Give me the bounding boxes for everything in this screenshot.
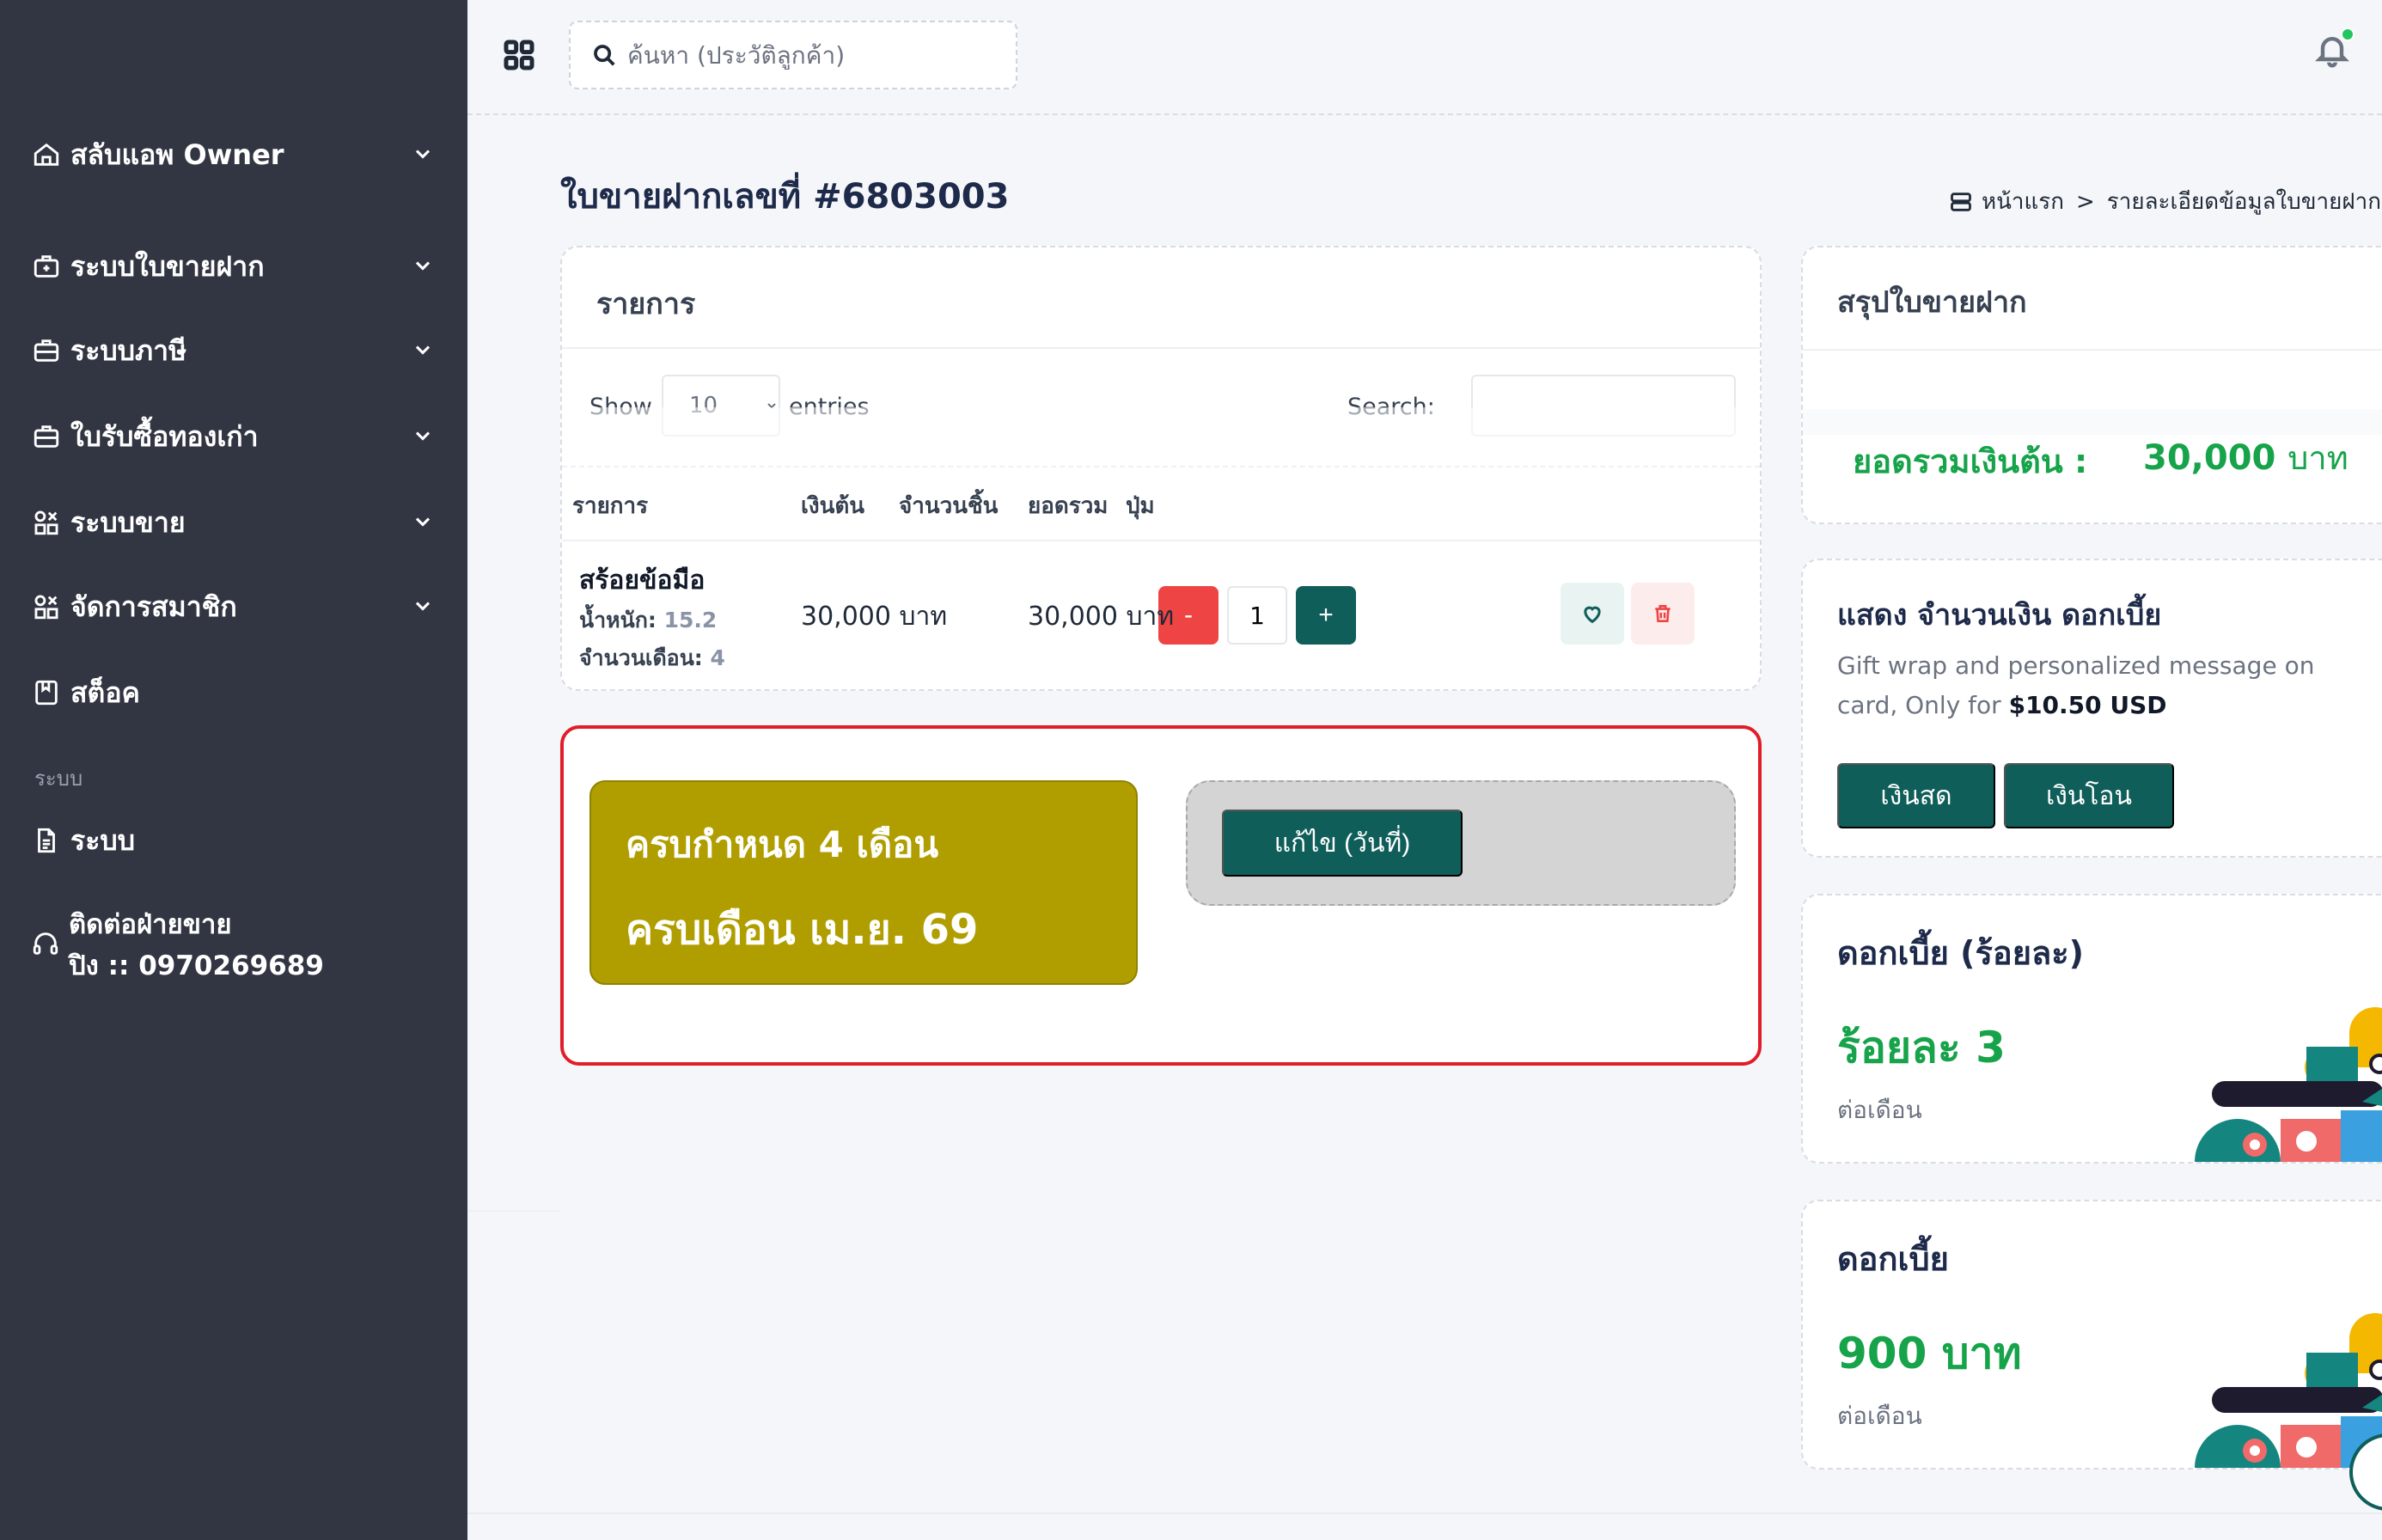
sidebar-item-label: สต็อค [70,675,140,709]
sidebar-item-label: ใบรับซื้อทองเก่า [70,419,259,453]
item-name: สร้อยข้อมือ [579,565,705,596]
heart-icon [1584,606,1601,624]
document-icon [31,825,62,856]
search-icon [594,45,615,66]
sidebar-item-label: ระบบใบขายฝาก [70,249,265,283]
due-months-text: ครบกำหนด 4 เดือน [626,823,939,865]
apps-grid-icon[interactable] [502,38,536,72]
sidebar-item-old-gold[interactable]: ใบรับซื้อทองเก่า [31,411,437,462]
sidebar-item-switch-app[interactable]: สลับแอพ Owner [31,129,437,180]
shapes-icon [31,507,62,538]
sidebar-item-label: ระบบขาย [70,505,186,539]
items-card: รายการ Show 10 entries Search: รายการ เง… [560,246,1762,691]
column-header-actions[interactable]: ปุ่ม [1126,488,1155,523]
decorative-shapes-icon [2195,1007,2382,1162]
quantity-increase-button[interactable]: + [1296,586,1356,645]
interest-card-description: Gift wrap and personalized message on ca… [1837,651,2315,719]
interest-rate-unit: ต่อเดือน [1837,1096,1922,1124]
column-header-total[interactable]: ยอดรวม [1028,488,1108,523]
chevron-down-icon [411,254,437,279]
sidebar-item-label: จัดการสมาชิก [70,590,237,623]
breadcrumb-home[interactable]: หน้าแรก [1982,184,2064,219]
page-title: ใบขายฝากเลขที่ #6803003 [560,177,1010,217]
contact-phone: ปิง :: 0970269689 [69,950,324,981]
search-box [569,21,1017,89]
sidebar-item-label: สลับแอพ Owner [70,138,284,171]
summary-card: สรุปใบขายฝาก ยอดรวมเงินต้น : 30,000 บาท [1801,246,2382,524]
server-icon [1951,192,1971,211]
sidebar: สลับแอพ Owner ระบบใบขายฝาก ระบบภาษี ใบรั… [0,0,467,1540]
total-principal-label: ยอดรวมเงินต้น : [1853,443,2088,480]
sidebar-item-label: ระบบ [70,823,135,857]
column-header-principal[interactable]: เงินต้น [801,488,864,523]
sidebar-item-tax[interactable]: ระบบภาษี [31,325,437,376]
chevron-down-icon [411,424,437,449]
interest-rate-card: ดอกเบี้ย (ร้อยละ) ร้อยละ 3 ต่อเดือน [1801,894,2382,1164]
interest-amount-title: ดอกเบี้ย [1837,1240,1949,1278]
decorative-shapes-icon [2195,1313,2382,1468]
breadcrumb-current: รายละเอียดข้อมูลใบขายฝาก [2106,189,2381,215]
item-weight: น้ำหนัก: 15.2 [579,608,718,632]
column-header-quantity[interactable]: จำนวนชิ้น [899,488,998,523]
delete-button[interactable] [1631,583,1695,645]
item-principal: 30,000 บาท [801,602,948,632]
notification-badge [2341,28,2355,41]
sidebar-item-stock[interactable]: สต็อค [31,667,437,718]
chevron-down-icon [411,338,437,364]
due-date-box: ครบกำหนด 4 เดือน ครบเดือน เม.ย. 69 [589,780,1138,985]
summary-card-title: สรุปใบขายฝาก [1837,285,2027,320]
column-header-item[interactable]: รายการ [572,488,648,523]
chevron-down-icon [411,142,437,168]
headset-icon [31,929,60,962]
sidebar-item-members[interactable]: จัดการสมาชิก [31,581,437,632]
interest-amount-card: ดอกเบี้ย 900 บาท ต่อเดือน [1801,1200,2382,1470]
sidebar-item-system[interactable]: ระบบ [31,815,437,866]
interest-amount-unit: ต่อเดือน [1837,1402,1922,1430]
briefcase-icon [31,335,62,366]
interest-rate-title: ดอกเบี้ย (ร้อยละ) [1837,934,2085,972]
item-months: จำนวนเดือน: 4 [579,645,725,670]
interest-rate-value: ร้อยละ 3 [1837,1023,2006,1072]
contact-title: ติดต่อฝ่ายขาย [69,909,232,940]
trash-icon [1655,605,1670,622]
search-input[interactable] [627,40,1005,70]
topbar [467,0,2382,115]
transfer-button[interactable]: เงินโอน [2004,763,2174,828]
sidebar-section-label: ระบบ [34,767,83,791]
breadcrumb-separator: > [2075,188,2095,215]
cash-button[interactable]: เงินสด [1837,763,1995,828]
interest-payment-card: แสดง จำนวนเงิน ดอกเบี้ย Gift wrap and pe… [1801,559,2382,858]
interest-amount-value: 900 บาท [1837,1329,2022,1378]
items-card-title: รายการ [596,287,696,321]
sidebar-item-sales[interactable]: ระบบขาย [31,497,437,548]
breadcrumb: หน้าแรก > รายละเอียดข้อมูลใบขายฝาก [1949,184,2381,219]
total-principal-value: 30,000 บาท [2143,438,2348,478]
bookmark-icon [31,677,62,708]
chevron-down-icon [411,510,437,535]
chevron-down-icon [411,594,437,620]
favorite-button[interactable] [1561,583,1624,645]
edit-date-container: แก้ไข (วันที่) [1186,780,1736,906]
edit-date-button[interactable]: แก้ไข (วันที่) [1222,810,1463,877]
sidebar-item-label: ระบบภาษี [70,333,187,367]
sidebar-item-consignment[interactable]: ระบบใบขายฝาก [31,241,437,292]
home-icon [31,139,62,170]
due-date-panel: ครบกำหนด 4 เดือน ครบเดือน เม.ย. 69 แก้ไข… [560,725,1762,1066]
quantity-input[interactable] [1227,586,1287,645]
briefcase-icon [31,421,62,452]
interest-card-title: แสดง จำนวนเงิน ดอกเบี้ย [1837,598,2162,632]
sidebar-contact[interactable]: ติดต่อฝ่ายขาย ปิง :: 0970269689 [31,904,324,987]
medical-bag-icon [31,251,62,282]
item-total: 30,000 บาท [1028,602,1175,632]
due-month-text: ครบเดือน เม.ย. 69 [626,906,979,954]
shapes-icon [31,591,62,622]
